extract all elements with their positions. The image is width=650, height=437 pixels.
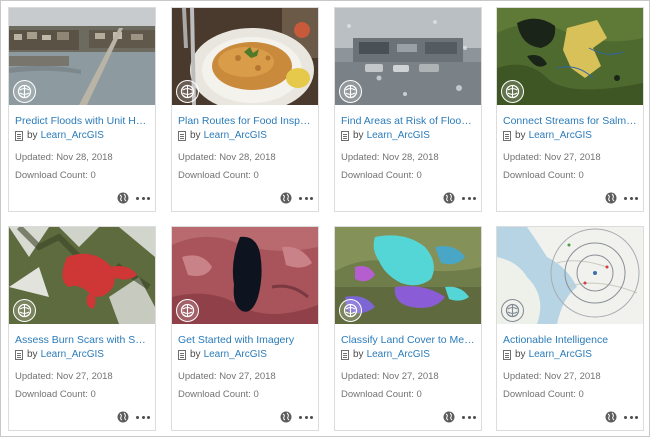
card-thumbnail[interactable] [335, 227, 481, 324]
card-title-link[interactable]: Plan Routes for Food Inspe… [178, 115, 314, 127]
content-card[interactable]: Find Areas at Risk of Floodi… by Learn_A… [334, 7, 482, 212]
more-options-icon[interactable] [299, 411, 313, 423]
updated-date: Updated: Nov 27, 2018 [178, 371, 276, 382]
content-card[interactable]: Assess Burn Scars with Sate… by Learn_Ar… [8, 226, 156, 431]
card-owner: by Learn_ArcGIS [15, 130, 104, 141]
download-count: Download Count: 0 [178, 170, 259, 181]
owner-prefix: by [515, 349, 526, 360]
globe-icon[interactable] [443, 411, 455, 423]
card-thumbnail[interactable] [335, 8, 481, 105]
owner-prefix: by [27, 130, 38, 141]
owner-prefix: by [190, 130, 201, 141]
owner-prefix: by [515, 130, 526, 141]
card-owner: by Learn_ArcGIS [15, 349, 104, 360]
updated-date: Updated: Nov 27, 2018 [503, 371, 601, 382]
more-options-icon[interactable] [299, 192, 313, 204]
card-title-link[interactable]: Classify Land Cover to Mea… [341, 334, 477, 346]
card-thumbnail[interactable] [497, 8, 643, 105]
card-thumbnail[interactable] [497, 227, 643, 324]
owner-prefix: by [27, 349, 38, 360]
content-card[interactable]: Predict Floods with Unit Hy… by Learn_Ar… [8, 7, 156, 212]
more-options-icon[interactable] [136, 192, 150, 204]
download-count: Download Count: 0 [341, 170, 422, 181]
updated-date: Updated: Nov 27, 2018 [15, 371, 113, 382]
learn-arcgis-logo-icon [176, 80, 199, 103]
card-owner: by Learn_ArcGIS [341, 130, 430, 141]
owner-link[interactable]: Learn_ArcGIS [367, 130, 430, 141]
item-type-icon [178, 130, 186, 141]
card-title-link[interactable]: Actionable Intelligence [503, 334, 639, 346]
updated-date: Updated: Nov 27, 2018 [341, 371, 439, 382]
download-count: Download Count: 0 [503, 170, 584, 181]
content-card[interactable]: Get Started with Imagery by Learn_ArcGIS… [171, 226, 319, 431]
download-count: Download Count: 0 [341, 389, 422, 400]
globe-icon[interactable] [117, 192, 129, 204]
card-owner: by Learn_ArcGIS [178, 349, 267, 360]
updated-date: Updated: Nov 28, 2018 [15, 152, 113, 163]
globe-icon[interactable] [443, 192, 455, 204]
globe-icon[interactable] [280, 192, 292, 204]
owner-link[interactable]: Learn_ArcGIS [529, 349, 592, 360]
card-title-link[interactable]: Find Areas at Risk of Floodi… [341, 115, 477, 127]
globe-icon[interactable] [605, 192, 617, 204]
item-type-icon [178, 349, 186, 360]
content-card[interactable]: Plan Routes for Food Inspe… by Learn_Arc… [171, 7, 319, 212]
learn-arcgis-logo-icon [501, 80, 524, 103]
owner-link[interactable]: Learn_ArcGIS [204, 130, 267, 141]
download-count: Download Count: 0 [503, 389, 584, 400]
owner-prefix: by [353, 349, 364, 360]
globe-icon[interactable] [117, 411, 129, 423]
learn-arcgis-logo-icon [13, 299, 36, 322]
learn-arcgis-logo-icon [501, 299, 524, 322]
item-type-icon [15, 130, 23, 141]
card-title-link[interactable]: Get Started with Imagery [178, 334, 314, 346]
card-title-link[interactable]: Connect Streams for Salmo… [503, 115, 639, 127]
owner-prefix: by [190, 349, 201, 360]
download-count: Download Count: 0 [15, 170, 96, 181]
learn-arcgis-logo-icon [339, 299, 362, 322]
card-title-link[interactable]: Predict Floods with Unit Hy… [15, 115, 151, 127]
item-type-icon [341, 349, 349, 360]
globe-icon[interactable] [605, 411, 617, 423]
card-owner: by Learn_ArcGIS [503, 130, 592, 141]
learn-arcgis-logo-icon [339, 80, 362, 103]
updated-date: Updated: Nov 27, 2018 [503, 152, 601, 163]
card-owner: by Learn_ArcGIS [503, 349, 592, 360]
download-count: Download Count: 0 [178, 389, 259, 400]
card-thumbnail[interactable] [9, 227, 155, 324]
globe-icon[interactable] [280, 411, 292, 423]
owner-link[interactable]: Learn_ArcGIS [529, 130, 592, 141]
updated-date: Updated: Nov 28, 2018 [178, 152, 276, 163]
learn-arcgis-logo-icon [176, 299, 199, 322]
item-type-icon [503, 349, 511, 360]
more-options-icon[interactable] [136, 411, 150, 423]
card-owner: by Learn_ArcGIS [178, 130, 267, 141]
updated-date: Updated: Nov 28, 2018 [341, 152, 439, 163]
owner-link[interactable]: Learn_ArcGIS [367, 349, 430, 360]
card-title-link[interactable]: Assess Burn Scars with Sate… [15, 334, 151, 346]
card-thumbnail[interactable] [9, 8, 155, 105]
download-count: Download Count: 0 [15, 389, 96, 400]
content-card[interactable]: Connect Streams for Salmo… by Learn_ArcG… [496, 7, 644, 212]
content-card[interactable]: Actionable Intelligence by Learn_ArcGIS … [496, 226, 644, 431]
item-type-icon [341, 130, 349, 141]
card-thumbnail[interactable] [172, 8, 318, 105]
owner-link[interactable]: Learn_ArcGIS [204, 349, 267, 360]
owner-prefix: by [353, 130, 364, 141]
more-options-icon[interactable] [462, 192, 476, 204]
content-card[interactable]: Classify Land Cover to Mea… by Learn_Arc… [334, 226, 482, 431]
more-options-icon[interactable] [624, 411, 638, 423]
owner-link[interactable]: Learn_ArcGIS [41, 130, 104, 141]
owner-link[interactable]: Learn_ArcGIS [41, 349, 104, 360]
card-thumbnail[interactable] [172, 227, 318, 324]
content-gallery: Predict Floods with Unit Hy… by Learn_Ar… [0, 0, 650, 437]
more-options-icon[interactable] [624, 192, 638, 204]
item-type-icon [503, 130, 511, 141]
more-options-icon[interactable] [462, 411, 476, 423]
item-type-icon [15, 349, 23, 360]
card-owner: by Learn_ArcGIS [341, 349, 430, 360]
learn-arcgis-logo-icon [13, 80, 36, 103]
